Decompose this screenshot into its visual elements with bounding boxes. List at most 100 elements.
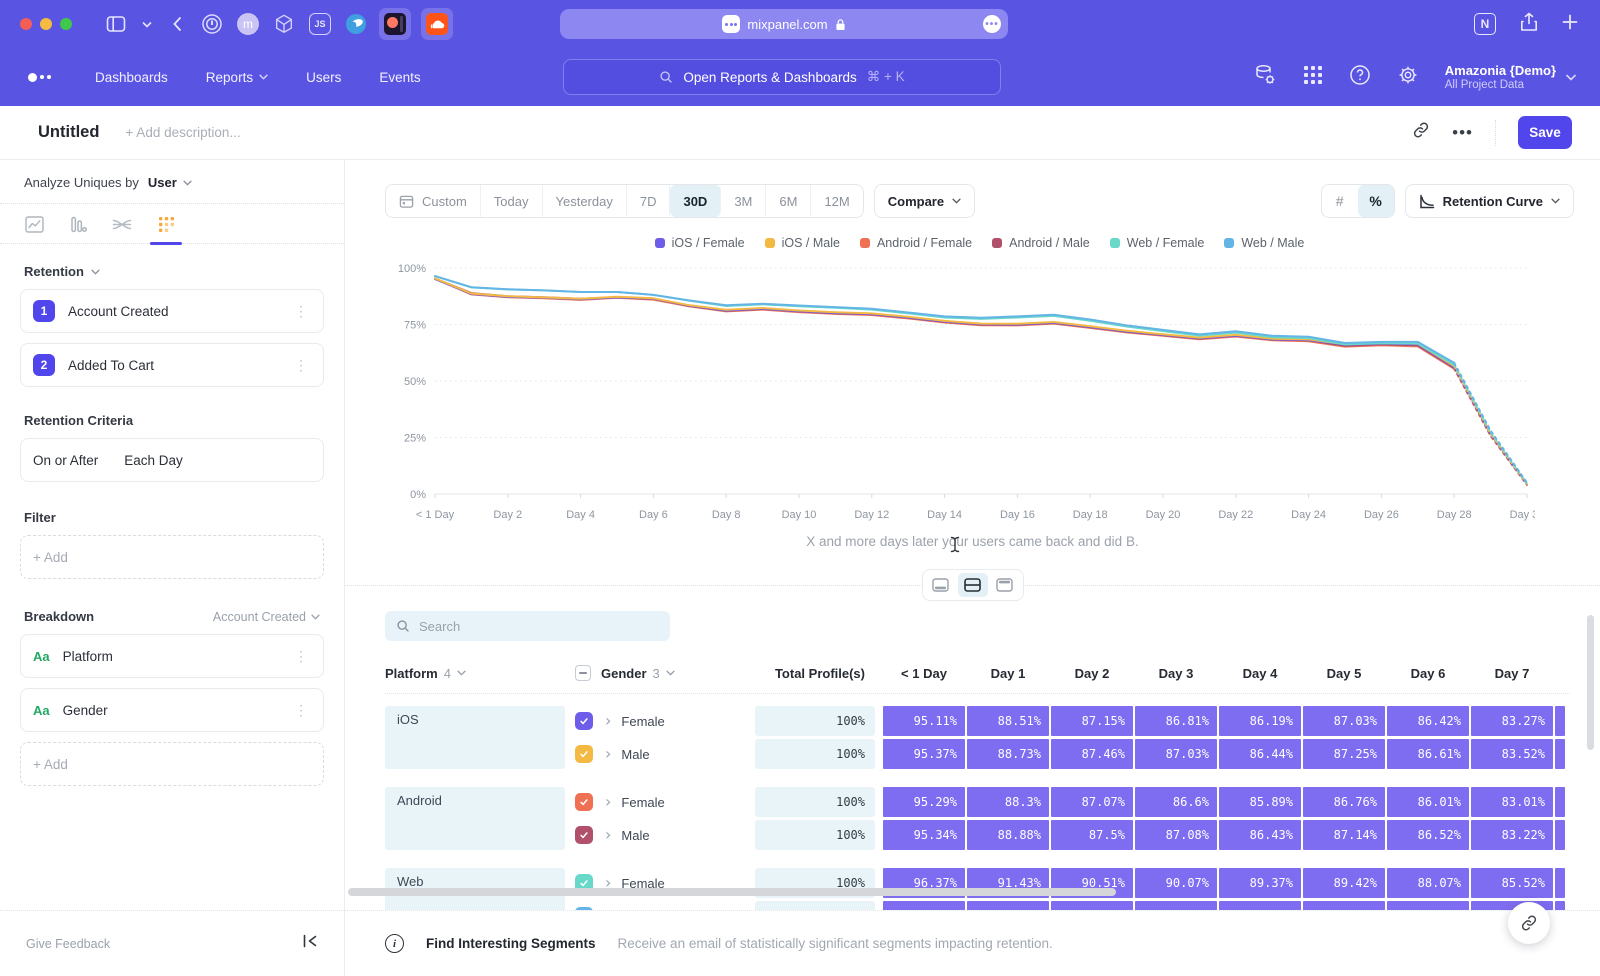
- day-column-header[interactable]: < 1 Day: [883, 666, 965, 681]
- back-icon[interactable]: [172, 16, 182, 32]
- onepassword-icon[interactable]: [199, 11, 225, 37]
- minimize-window-icon[interactable]: [40, 18, 52, 30]
- day-column-header[interactable]: Day 2: [1051, 666, 1133, 681]
- day-column-header[interactable]: Day 6: [1387, 666, 1469, 681]
- add-breakdown-button[interactable]: + Add: [20, 742, 324, 786]
- kebab-menu-icon[interactable]: ⋮: [291, 648, 311, 665]
- mixpanel-logo[interactable]: [28, 73, 51, 82]
- copy-link-icon[interactable]: [1412, 121, 1430, 144]
- close-window-icon[interactable]: [20, 18, 32, 30]
- give-feedback-link[interactable]: Give Feedback: [26, 937, 110, 951]
- retention-step-1[interactable]: 1 Account Created ⋮: [20, 289, 324, 333]
- notion-icon[interactable]: N: [1474, 13, 1496, 35]
- nav-events[interactable]: Events: [379, 70, 420, 85]
- nav-dashboards[interactable]: Dashboards: [95, 70, 168, 85]
- breakdown-platform[interactable]: Aa Platform ⋮: [20, 634, 324, 678]
- breakdown-event-selector[interactable]: Account Created: [213, 610, 320, 624]
- vertical-scrollbar[interactable]: [1587, 615, 1594, 750]
- layout-chart-only-button[interactable]: [926, 573, 956, 597]
- collapse-sidebar-icon[interactable]: [302, 934, 318, 953]
- unit-percent-button[interactable]: %: [1358, 185, 1394, 217]
- breakdown-gender[interactable]: Aa Gender ⋮: [20, 688, 324, 732]
- range-7d[interactable]: 7D: [627, 185, 671, 217]
- legend-web-female[interactable]: Web / Female: [1110, 234, 1205, 252]
- day-column-header[interactable]: Day 5: [1303, 666, 1385, 681]
- layout-split-button[interactable]: [958, 573, 988, 597]
- url-bar[interactable]: mixpanel.com •••: [560, 9, 1008, 39]
- add-filter-button[interactable]: + Add: [20, 535, 324, 579]
- row-checkbox[interactable]: [575, 826, 593, 844]
- apps-grid-icon[interactable]: [1303, 65, 1323, 90]
- global-search[interactable]: Open Reports & Dashboards ⌘ + K: [563, 59, 1001, 95]
- criteria-interval[interactable]: Each Day: [124, 453, 183, 468]
- gender-column-header[interactable]: Gender 3: [575, 665, 755, 681]
- day-column-header[interactable]: Day 3: [1135, 666, 1217, 681]
- retention-criteria-card[interactable]: On or After Each Day: [20, 438, 324, 482]
- sidebar-toggle-icon[interactable]: [106, 15, 126, 33]
- cube-icon[interactable]: [271, 11, 297, 37]
- select-all-checkbox[interactable]: [575, 665, 591, 681]
- row-checkbox[interactable]: [575, 745, 593, 763]
- analyze-value[interactable]: User: [148, 175, 177, 190]
- range-6m[interactable]: 6M: [766, 185, 811, 217]
- compare-button[interactable]: Compare: [874, 184, 975, 218]
- js-icon[interactable]: JS: [307, 11, 333, 37]
- horizontal-scrollbar[interactable]: [348, 888, 1116, 896]
- row-checkbox[interactable]: [575, 712, 593, 730]
- kebab-menu-icon[interactable]: ⋮: [291, 303, 311, 320]
- share-link-fab[interactable]: [1508, 902, 1550, 944]
- table-search-input[interactable]: Search: [385, 611, 670, 641]
- legend-ios-female[interactable]: iOS / Female: [655, 234, 745, 252]
- tab-funnels[interactable]: [56, 205, 100, 243]
- day-column-header[interactable]: Day 7: [1471, 666, 1553, 681]
- range-custom[interactable]: Custom: [386, 185, 481, 217]
- expand-row-chevron-icon[interactable]: ›: [605, 908, 611, 910]
- data-management-icon[interactable]: [1253, 63, 1277, 92]
- find-segments-button[interactable]: Find Interesting Segments: [426, 936, 596, 951]
- legend-ios-male[interactable]: iOS / Male: [765, 234, 840, 252]
- expand-row-chevron-icon[interactable]: ›: [605, 713, 611, 729]
- nav-users[interactable]: Users: [306, 70, 341, 85]
- m-avatar-icon[interactable]: m: [235, 11, 261, 37]
- legend-android-female[interactable]: Android / Female: [860, 234, 972, 252]
- legend-android-male[interactable]: Android / Male: [992, 234, 1090, 252]
- bird-icon[interactable]: [343, 11, 369, 37]
- expand-row-chevron-icon[interactable]: ›: [605, 827, 611, 843]
- layout-table-only-button[interactable]: [990, 573, 1020, 597]
- platform-column-header[interactable]: Platform 4: [385, 666, 575, 681]
- expand-row-chevron-icon[interactable]: ›: [605, 746, 611, 762]
- unit-number-button[interactable]: #: [1322, 185, 1358, 217]
- expand-row-chevron-icon[interactable]: ›: [605, 794, 611, 810]
- legend-web-male[interactable]: Web / Male: [1224, 234, 1304, 252]
- maximize-window-icon[interactable]: [60, 18, 72, 30]
- tab-insights[interactable]: [12, 205, 56, 243]
- tab-retention[interactable]: [144, 205, 188, 243]
- add-description[interactable]: + Add description...: [125, 125, 240, 140]
- retention-section-header[interactable]: Retention: [24, 264, 320, 279]
- day-column-header[interactable]: Day 4: [1219, 666, 1301, 681]
- range-3m[interactable]: 3M: [721, 185, 766, 217]
- soundcloud-icon[interactable]: [421, 8, 453, 40]
- tab-flows[interactable]: [100, 205, 144, 243]
- criteria-mode[interactable]: On or After: [33, 453, 98, 468]
- patreon-icon[interactable]: [379, 8, 411, 40]
- new-tab-icon[interactable]: [1562, 14, 1578, 35]
- report-title[interactable]: Untitled: [38, 123, 99, 142]
- range-today[interactable]: Today: [481, 185, 543, 217]
- site-options-icon[interactable]: •••: [983, 15, 1001, 33]
- chart-type-selector[interactable]: Retention Curve: [1405, 184, 1574, 218]
- analyze-uniques-row[interactable]: Analyze Uniques by User: [0, 160, 344, 204]
- nav-reports[interactable]: Reports: [206, 70, 268, 85]
- retention-step-2[interactable]: 2 Added To Cart ⋮: [20, 343, 324, 387]
- range-30d[interactable]: 30D: [670, 185, 721, 217]
- save-button[interactable]: Save: [1518, 116, 1572, 149]
- day-column-header[interactable]: Day 1: [967, 666, 1049, 681]
- kebab-menu-icon[interactable]: ⋮: [291, 702, 311, 719]
- range-yesterday[interactable]: Yesterday: [543, 185, 627, 217]
- org-switcher[interactable]: Amazonia {Demo} All Project Data: [1445, 63, 1576, 92]
- range-12m[interactable]: 12M: [811, 185, 862, 217]
- settings-gear-icon[interactable]: [1397, 64, 1419, 91]
- chevron-down-icon[interactable]: [142, 21, 152, 28]
- help-icon[interactable]: [1349, 64, 1371, 91]
- row-checkbox[interactable]: [575, 793, 593, 811]
